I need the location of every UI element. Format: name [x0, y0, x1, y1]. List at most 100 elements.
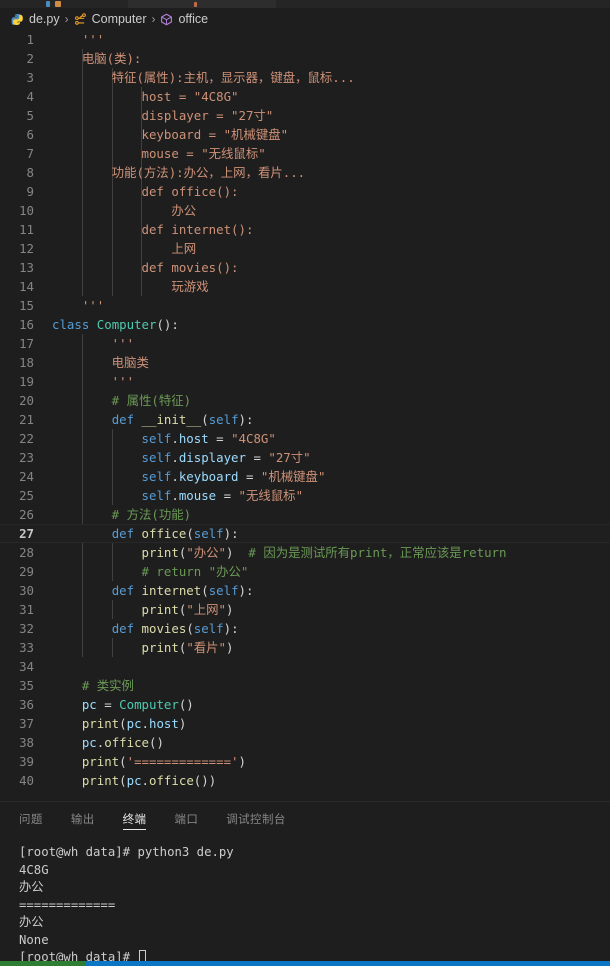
line-number: 21 — [19, 412, 34, 427]
code-line[interactable]: 10 办公 — [0, 201, 610, 220]
panel-tab-5[interactable]: 调试控制台 — [226, 802, 300, 836]
token-str: 办公 — [52, 203, 197, 218]
terminal-output[interactable]: [root@wh data]# python3 de.py 4C8G 办公 =====… — [0, 836, 610, 966]
token-fn: office — [104, 735, 149, 750]
code-line[interactable]: 11 def internet(): — [0, 220, 610, 239]
panel-tab-1[interactable]: 问题 — [19, 802, 57, 836]
code-line[interactable]: 37 print(pc.host) — [0, 714, 610, 733]
code-line[interactable]: 29 # return "办公" — [0, 562, 610, 581]
code-line[interactable]: 32 def movies(self): — [0, 619, 610, 638]
code-line[interactable]: 8 功能(方法):办公，上网，看片... — [0, 163, 610, 182]
code-line[interactable]: 30 def internet(self): — [0, 581, 610, 600]
token-pun: ): — [238, 583, 254, 598]
breadcrumb-item-method[interactable]: office — [160, 12, 208, 26]
line-number: 5 — [26, 108, 34, 123]
token-str: host = "4C8G" — [52, 89, 239, 104]
active-editor-tab[interactable] — [128, 0, 276, 8]
code-line[interactable]: 25 self.mouse = "无线鼠标" — [0, 486, 610, 505]
code-text: def office(): — [52, 182, 610, 201]
token-str: 上网 — [52, 241, 197, 256]
code-text: print("办公") # 因为是测试所有print，正常应该是return — [52, 543, 610, 562]
editor-tab-strip — [0, 0, 610, 8]
breadcrumb-item-file[interactable]: de.py — [11, 12, 60, 26]
panel-tab-bar[interactable]: 问题 输出 终端 端口 调试控制台 — [0, 802, 610, 836]
breadcrumb-label-method: office — [178, 12, 209, 26]
panel-tab-4[interactable]: 端口 — [174, 802, 212, 836]
token-str: def office(): — [52, 184, 239, 199]
code-line[interactable]: 12 上网 — [0, 239, 610, 258]
code-line[interactable]: 3 特征(属性):主机，显示器，键盘，鼠标... — [0, 68, 610, 87]
code-line[interactable]: 2 电脑(类): — [0, 49, 610, 68]
code-line[interactable]: 36 pc = Computer() — [0, 695, 610, 714]
code-text: ''' — [52, 334, 610, 353]
token-fn: movies — [141, 621, 187, 636]
code-line[interactable]: 20 # 属性(特征) — [0, 391, 610, 410]
line-number: 4 — [26, 89, 34, 104]
token-str: 玩游戏 — [52, 279, 209, 294]
code-line[interactable]: 26 # 方法(功能) — [0, 505, 610, 524]
code-line[interactable]: 14 玩游戏 — [0, 277, 610, 296]
token-pun — [134, 526, 141, 541]
code-line[interactable]: 27 def office(self): — [0, 524, 610, 543]
token-fn: print — [81, 773, 120, 788]
line-number: 12 — [19, 241, 34, 256]
code-line[interactable]: 6 keyboard = "机械键盘" — [0, 125, 610, 144]
code-line[interactable]: 22 self.host = "4C8G" — [0, 429, 610, 448]
token-pun: . — [171, 431, 179, 446]
token-pun — [52, 754, 82, 769]
breadcrumb: de.py › Computer › office — [0, 8, 610, 30]
token-self: self — [141, 488, 172, 503]
code-line[interactable]: 24 self.keyboard = "机械键盘" — [0, 467, 610, 486]
code-line[interactable]: 39 print('=============') — [0, 752, 610, 771]
code-line[interactable]: 5 displayer = "27寸" — [0, 106, 610, 125]
token-pun: ): — [238, 412, 254, 427]
code-lines[interactable]: 1 ''' 2 电脑(类): 3 特征(属性):主机，显示器，键盘，鼠标... 4 h… — [0, 30, 610, 790]
breadcrumb-item-class[interactable]: Computer — [74, 12, 146, 26]
code-line[interactable]: 13 def movies(): — [0, 258, 610, 277]
line-number: 33 — [19, 640, 34, 655]
code-line[interactable]: 15 ''' — [0, 296, 610, 315]
status-bar-main[interactable] — [85, 961, 610, 966]
line-number: 10 — [19, 203, 34, 218]
token-self: self — [208, 583, 239, 598]
line-number: 3 — [26, 70, 34, 85]
token-com: # 方法(功能) — [52, 507, 192, 522]
token-com: # 属性(特征) — [52, 393, 192, 408]
code-text: self.displayer = "27寸" — [52, 448, 610, 467]
token-fn: print — [141, 640, 179, 655]
token-str: '=============' — [126, 754, 239, 769]
code-line[interactable]: 9 def office(): — [0, 182, 610, 201]
code-text: print("看片") — [52, 638, 610, 657]
code-line[interactable]: 28 print("办公") # 因为是测试所有print，正常应该是retur… — [0, 543, 610, 562]
status-bar — [0, 961, 610, 966]
panel-tab-2[interactable]: 输出 — [71, 802, 109, 836]
line-number: 30 — [19, 583, 34, 598]
code-line[interactable]: 21 def __init__(self): — [0, 410, 610, 429]
bottom-panel: 问题 输出 终端 端口 调试控制台 [root@wh data]# python3 de… — [0, 801, 610, 964]
code-line[interactable]: 1 ''' — [0, 30, 610, 49]
code-line[interactable]: 34 — [0, 657, 610, 676]
code-editor[interactable]: 1 ''' 2 电脑(类): 3 特征(属性):主机，显示器，键盘，鼠标... 4 h… — [0, 30, 610, 801]
code-text: 功能(方法):办公，上网，看片... — [52, 163, 610, 182]
panel-tab-3[interactable]: 终端 — [122, 802, 161, 836]
code-text: def internet(self): — [52, 581, 610, 600]
token-pun: ( — [119, 773, 127, 788]
code-line[interactable]: 17 ''' — [0, 334, 610, 353]
code-text: pc.office() — [52, 733, 610, 752]
code-line[interactable]: 18 电脑类 — [0, 353, 610, 372]
code-text: self.host = "4C8G" — [52, 429, 610, 448]
code-line[interactable]: 23 self.displayer = "27寸" — [0, 448, 610, 467]
code-line[interactable]: 19 ''' — [0, 372, 610, 391]
status-bar-remote-indicator[interactable] — [0, 961, 85, 966]
token-self: self — [141, 469, 172, 484]
code-line[interactable]: 7 mouse = "无线鼠标" — [0, 144, 610, 163]
code-line[interactable]: 38 pc.office() — [0, 733, 610, 752]
code-text: mouse = "无线鼠标" — [52, 144, 610, 163]
code-line[interactable]: 33 print("看片") — [0, 638, 610, 657]
code-line[interactable]: 4 host = "4C8G" — [0, 87, 610, 106]
code-line[interactable]: 35 # 类实例 — [0, 676, 610, 695]
code-line[interactable]: 31 print("上网") — [0, 600, 610, 619]
code-line[interactable]: 40 print(pc.office()) — [0, 771, 610, 790]
code-line[interactable]: 16 class Computer(): — [0, 315, 610, 334]
line-number: 18 — [19, 355, 34, 370]
